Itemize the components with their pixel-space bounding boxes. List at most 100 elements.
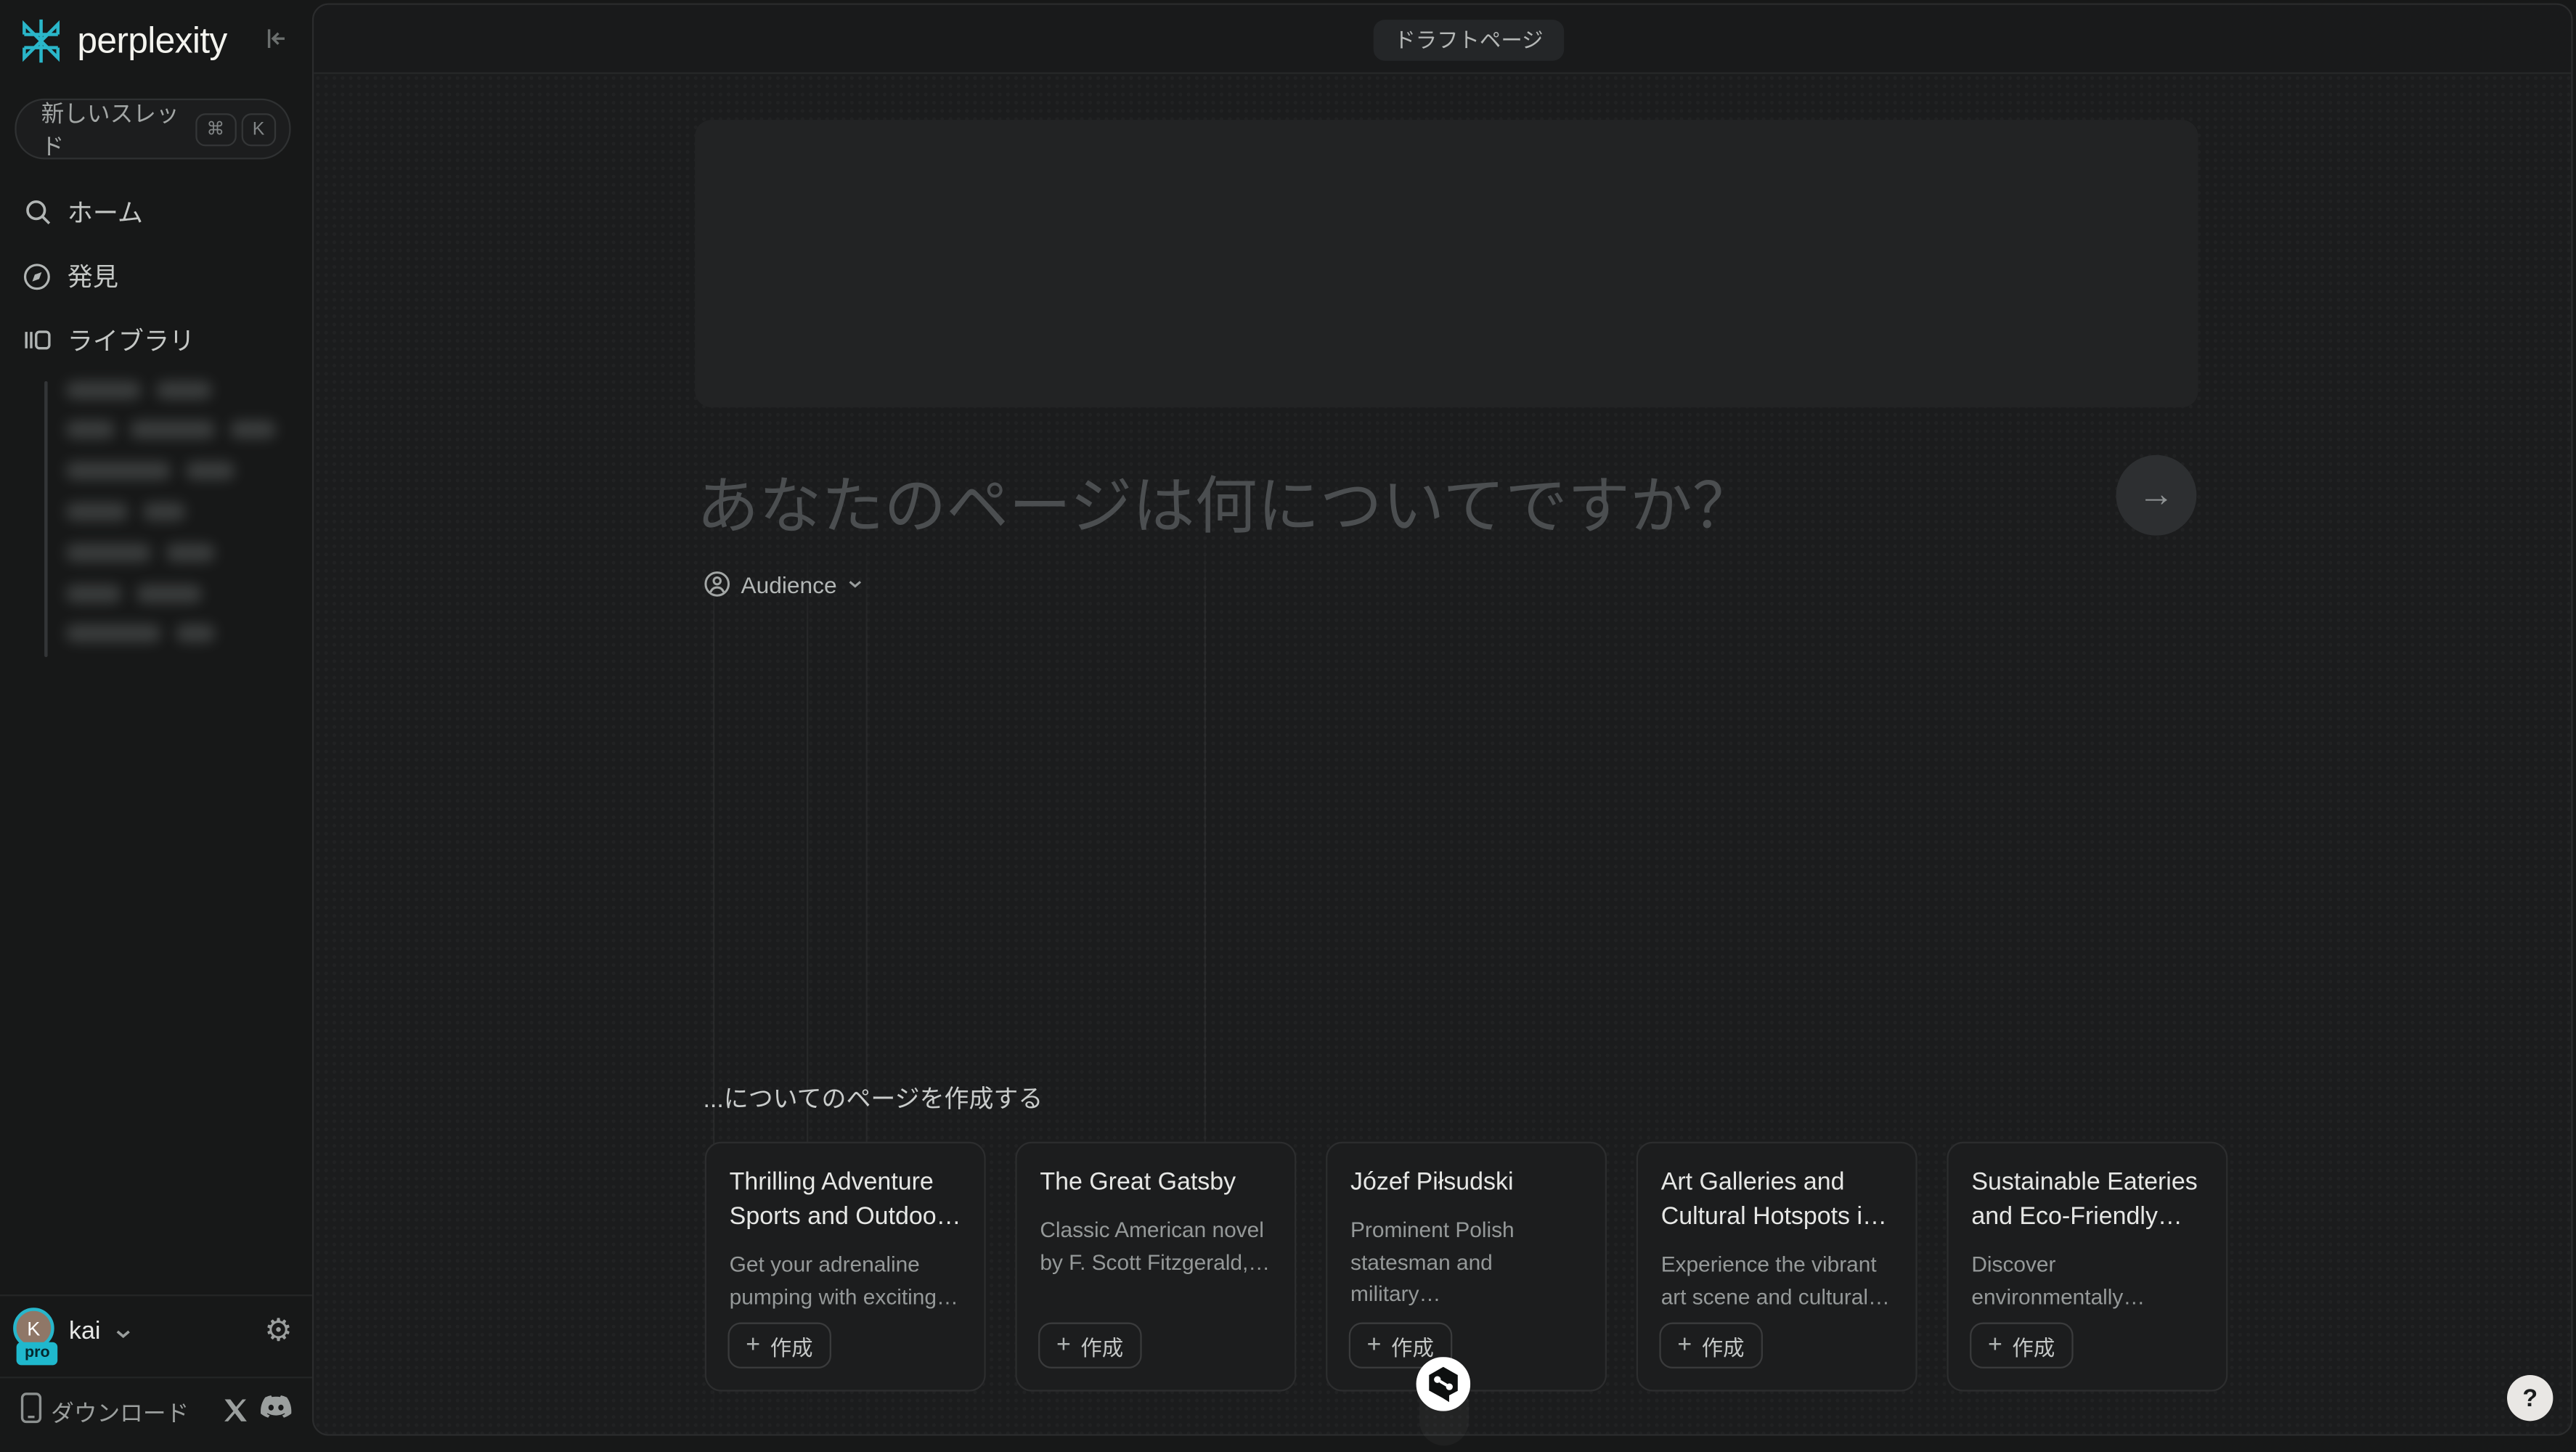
library-thread-redacted[interactable] xyxy=(66,622,216,645)
sidebar-item-home[interactable]: ホーム xyxy=(0,181,312,243)
plus-icon: + xyxy=(746,1331,760,1358)
sidebar-item-discover[interactable]: 発見 xyxy=(0,245,312,307)
page-preview-placeholder xyxy=(695,120,2198,407)
arrow-right-icon: → xyxy=(2138,473,2174,515)
card-description: Experience the vibrant art scene and cul… xyxy=(1661,1249,1893,1313)
create-button[interactable]: + 作成 xyxy=(1038,1323,1141,1369)
suggestion-card[interactable]: Art Galleries and Cultural Hotspots i… E… xyxy=(1637,1142,1917,1392)
library-thread-redacted[interactable] xyxy=(66,541,216,564)
redacted-text-blob xyxy=(186,462,235,480)
perplexity-logo-icon xyxy=(17,17,66,66)
plus-icon: + xyxy=(1677,1331,1692,1358)
help-label: ? xyxy=(2522,1384,2538,1411)
page-title: ドラフトページ xyxy=(1374,20,1564,61)
create-button[interactable]: + 作成 xyxy=(1970,1323,2073,1369)
top-bar: ドラフトページ xyxy=(314,5,2571,74)
redacted-text-blob xyxy=(156,380,212,399)
divider xyxy=(0,1376,312,1378)
redacted-text-blob xyxy=(176,625,215,643)
app-window: perplexity 新しいスレッド ⌘ K ホーム xyxy=(0,0,2576,1452)
page-topic-input[interactable]: あなたのページは何についてですか？ xyxy=(696,455,2109,545)
new-thread-input[interactable]: 新しいスレッド ⌘ K xyxy=(15,99,290,160)
avatar-initial: K xyxy=(27,1317,40,1340)
library-thread-redacted[interactable] xyxy=(66,500,186,523)
username[interactable]: kai xyxy=(69,1318,100,1345)
redacted-text-blob xyxy=(66,421,115,439)
card-title: Józef Piłsudski xyxy=(1350,1165,1582,1199)
audience-label: Audience xyxy=(741,571,837,597)
card-title: The Great Gatsby xyxy=(1040,1165,1271,1199)
sidebar-item-label: 発見 xyxy=(68,258,118,294)
draft-page-content: あなたのページは何についてですか？ → Audience ...についてのページ… xyxy=(314,74,2571,1435)
redacted-text-blob xyxy=(230,421,276,439)
gear-icon[interactable]: ⚙ xyxy=(264,1313,293,1350)
decor-vline xyxy=(1205,531,1206,1237)
suggestion-card[interactable]: Thrilling Adventure Sports and Outdoo… G… xyxy=(705,1142,986,1392)
pro-plan-badge[interactable]: pro xyxy=(17,1342,58,1366)
create-button[interactable]: + 作成 xyxy=(1659,1323,1762,1369)
help-button[interactable]: ? xyxy=(2507,1375,2553,1421)
library-thread-redacted[interactable] xyxy=(66,460,235,483)
sidebar: perplexity 新しいスレッド ⌘ K ホーム xyxy=(0,0,312,1452)
chevron-down-icon xyxy=(847,575,865,593)
redacted-text-blob xyxy=(136,584,203,602)
brand-logo[interactable]: perplexity xyxy=(17,17,227,66)
redacted-text-blob xyxy=(130,421,216,439)
suggestion-card[interactable]: Sustainable Eateries and Eco-Friendly… D… xyxy=(1947,1142,2227,1392)
library-icon xyxy=(21,325,52,355)
plus-icon: + xyxy=(1056,1331,1071,1358)
shortcut-keys: ⌘ K xyxy=(195,113,276,145)
redacted-text-blob xyxy=(66,543,152,561)
create-label: 作成 xyxy=(770,1330,813,1361)
card-description: Discover environmentally… xyxy=(1971,1249,2203,1313)
submit-button[interactable]: → xyxy=(2116,455,2196,536)
create-label: 作成 xyxy=(1080,1330,1123,1361)
hexagon-share-badge-icon xyxy=(1417,1357,1471,1411)
x-logo-icon[interactable] xyxy=(224,1398,248,1423)
suggestion-card[interactable]: Józef Piłsudski Prominent Polish statesm… xyxy=(1326,1142,1607,1392)
card-title: Sustainable Eateries and Eco-Friendly… xyxy=(1971,1165,2203,1233)
sidebar-item-label: ホーム xyxy=(68,194,143,230)
create-label: 作成 xyxy=(2012,1330,2055,1361)
plus-icon: + xyxy=(1988,1331,2002,1358)
main-panel: ドラフトページ あなたのページは何についてですか？ → Audience xyxy=(312,4,2573,1436)
command-key-badge: ⌘ xyxy=(195,113,236,145)
library-thread-redacted[interactable] xyxy=(66,419,277,442)
suggestion-card[interactable]: The Great Gatsby Classic American novel … xyxy=(1015,1142,1296,1392)
suggestions-heading: ...についてのページを作成する xyxy=(703,1081,1043,1116)
brand-wordmark: perplexity xyxy=(77,20,227,62)
search-icon xyxy=(21,197,52,227)
library-thread-redacted[interactable] xyxy=(66,378,212,401)
person-icon xyxy=(703,570,730,597)
redacted-text-blob xyxy=(66,625,161,643)
new-thread-label: 新しいスレッド xyxy=(41,96,195,162)
redacted-text-blob xyxy=(143,502,186,521)
card-description: Prominent Polish statesman and military… xyxy=(1350,1214,1582,1310)
divider xyxy=(0,1294,312,1296)
sidebar-item-label: ライブラリ xyxy=(68,322,195,359)
create-label: 作成 xyxy=(1702,1330,1745,1361)
card-description: Get your adrenaline pumping with excitin… xyxy=(730,1249,961,1313)
redacted-text-blob xyxy=(66,462,171,480)
suggestion-cards: Thrilling Adventure Sports and Outdoo… G… xyxy=(705,1142,2228,1392)
download-link[interactable]: ダウンロード xyxy=(51,1396,189,1429)
sidebar-item-library[interactable]: ライブラリ xyxy=(0,309,312,371)
discord-icon[interactable] xyxy=(260,1395,293,1421)
collapse-sidebar-icon[interactable] xyxy=(263,25,290,52)
redacted-text-blob xyxy=(66,502,129,521)
redacted-text-blob xyxy=(66,584,122,602)
audience-dropdown[interactable]: Audience xyxy=(703,570,865,597)
k-key-badge: K xyxy=(241,113,276,145)
card-description: Classic American novel by F. Scott Fitzg… xyxy=(1040,1214,1271,1278)
redacted-text-blob xyxy=(66,380,142,399)
plus-icon: + xyxy=(1367,1331,1382,1358)
phone-icon xyxy=(20,1392,43,1424)
card-title: Thrilling Adventure Sports and Outdoo… xyxy=(730,1165,961,1233)
create-button[interactable]: + 作成 xyxy=(727,1323,831,1369)
compass-icon xyxy=(21,261,52,292)
library-tree-line xyxy=(44,381,48,657)
redacted-text-blob xyxy=(166,543,216,561)
chevron-down-icon[interactable] xyxy=(113,1324,133,1344)
card-title: Art Galleries and Cultural Hotspots i… xyxy=(1661,1165,1893,1233)
library-thread-redacted[interactable] xyxy=(66,582,203,605)
